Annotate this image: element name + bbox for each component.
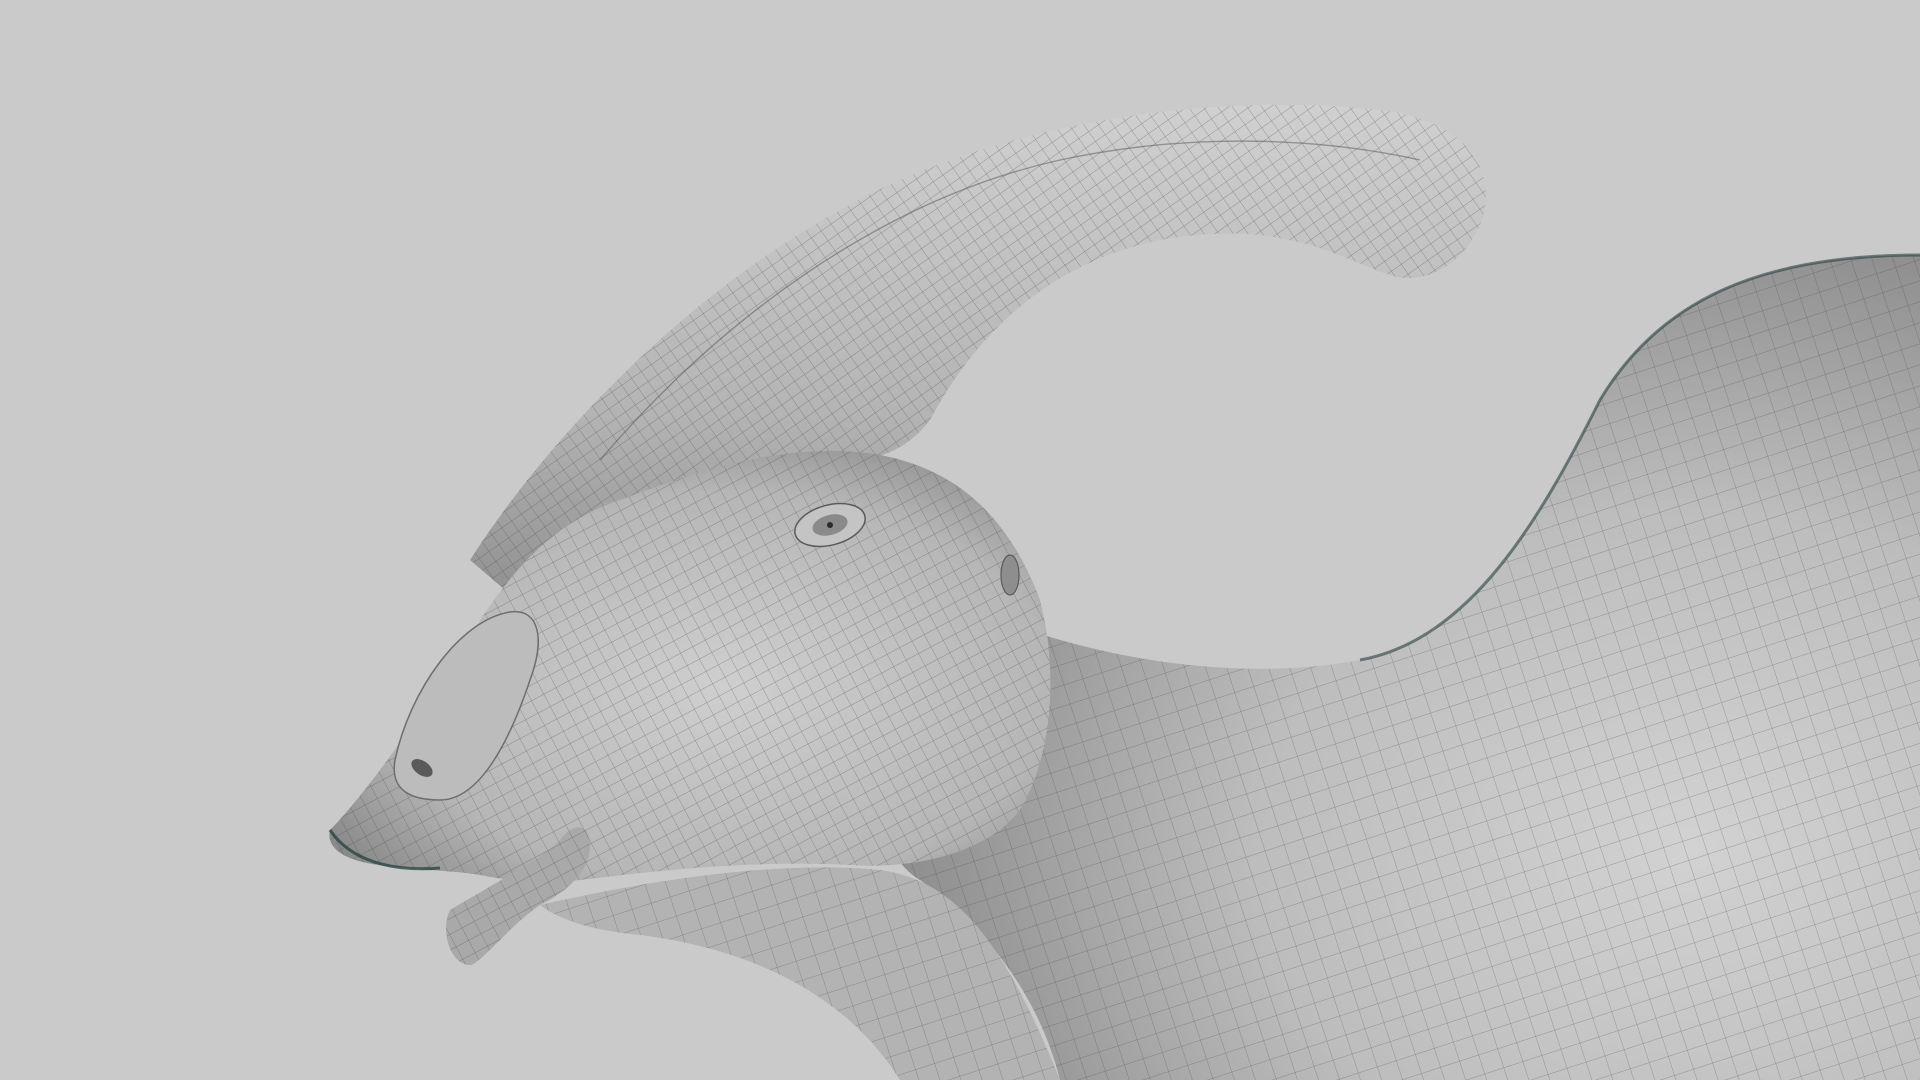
ear-mesh [1000,554,1020,596]
model-render [328,104,1920,1080]
render-viewport[interactable] [0,0,1920,1080]
